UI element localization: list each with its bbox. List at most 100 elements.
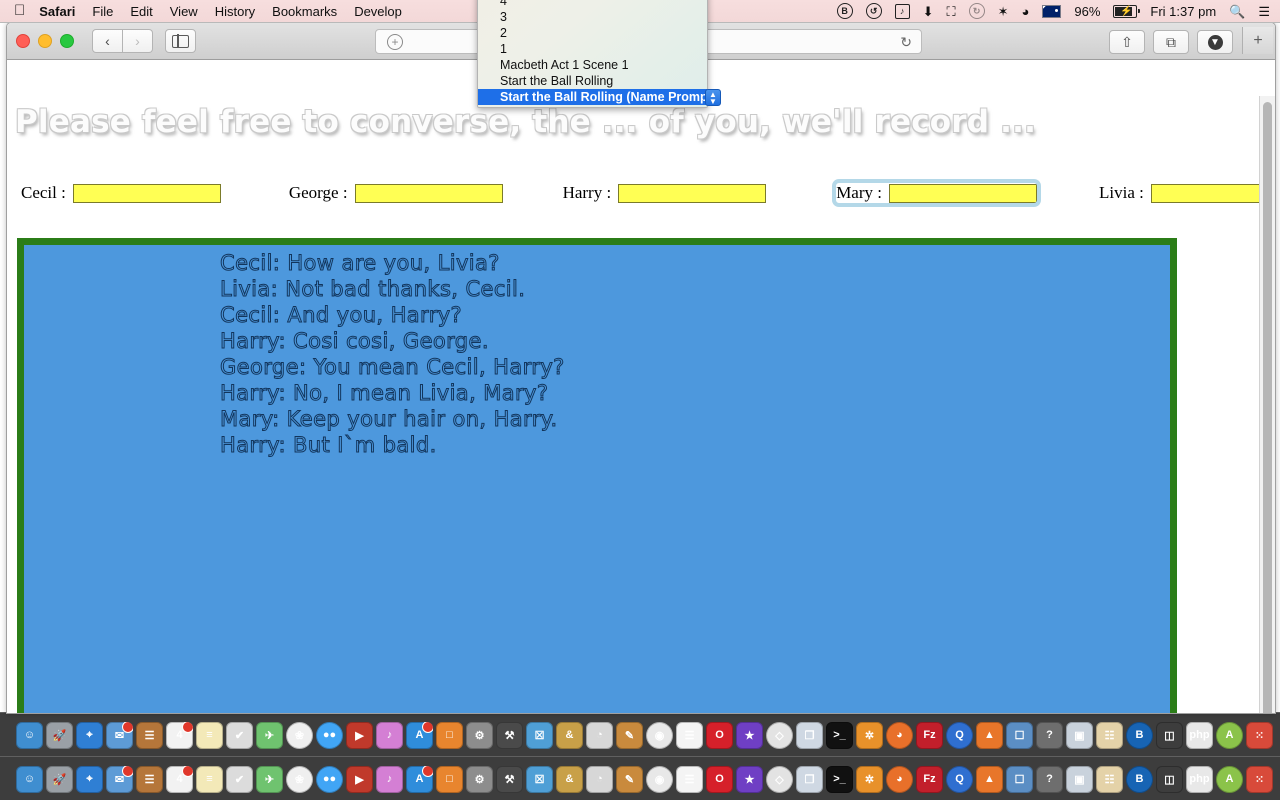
popup-menu-item[interactable]: 2: [478, 25, 707, 41]
dock-icon-virtualbox[interactable]: ◫: [1156, 765, 1183, 793]
dock-icon-quicktime[interactable]: Q: [946, 765, 973, 793]
dock-icon-terminal[interactable]: >_: [826, 765, 853, 793]
reload-icon[interactable]: ↻: [900, 35, 912, 49]
dock-icon-reminders[interactable]: ✔: [226, 765, 253, 793]
wifi-icon[interactable]: ◕: [1022, 5, 1030, 18]
popup-menu-item[interactable]: Macbeth Act 1 Scene 1: [478, 57, 707, 73]
dock-icon-messages[interactable]: ●●: [316, 721, 343, 749]
menu-item-edit[interactable]: Edit: [130, 4, 152, 19]
dock-icon-trash-blue[interactable]: ☒: [526, 765, 553, 793]
dock-icon-package[interactable]: ▣: [1066, 765, 1093, 793]
dock-icon-vlc[interactable]: ▲: [976, 721, 1003, 749]
dock-icon-messages[interactable]: ●●: [316, 765, 343, 793]
spotlight-search-icon[interactable]: 🔍: [1229, 5, 1245, 18]
zoom-window-button[interactable]: [60, 34, 74, 48]
dock-icon-android-studio[interactable]: A: [1216, 721, 1243, 749]
dock-icon-xcode[interactable]: ⚒: [496, 721, 523, 749]
dock-icon-app-store[interactable]: A: [406, 721, 433, 749]
select-popup-menu[interactable]: 4 3 2 1 Macbeth Act 1 Scene 1 Start the Ball …: [477, 0, 708, 108]
dock-icon-trash-blue[interactable]: ☒: [526, 721, 553, 749]
dock-icon-screenshot[interactable]: ☐: [1006, 721, 1033, 749]
dock-icon-contacts[interactable]: ☰: [136, 721, 163, 749]
dock-icon-calendar[interactable]: 4: [166, 765, 193, 793]
dock-icon-app-store[interactable]: A: [406, 765, 433, 793]
dock-icon-dictionary[interactable]: ☷: [1096, 765, 1123, 793]
menu-item-bookmarks[interactable]: Bookmarks: [272, 4, 337, 19]
dock-icon-gimp[interactable]: &: [556, 721, 583, 749]
forward-button[interactable]: ›: [123, 29, 153, 53]
menu-item-file[interactable]: File: [92, 4, 113, 19]
dock-icon-gimp[interactable]: &: [556, 765, 583, 793]
dock-icon-imovie[interactable]: ★: [736, 721, 763, 749]
dock-icon-preview[interactable]: ❐: [796, 721, 823, 749]
popup-menu-item[interactable]: Start the Ball Rolling (Name Prompting): [478, 89, 707, 105]
dock-icon-paint[interactable]: ✎: [616, 721, 643, 749]
menu-item-develop[interactable]: Develop: [354, 4, 402, 19]
dock-icon-notes[interactable]: ≡: [196, 765, 223, 793]
dock-icon-imovie[interactable]: ★: [736, 765, 763, 793]
airplay-display-icon[interactable]: ⛶: [947, 5, 956, 18]
dock-icon-launchpad[interactable]: 🚀: [46, 721, 73, 749]
sidebar-toggle-button[interactable]: [165, 29, 196, 53]
dock-icon-unknown-app[interactable]: ?: [1036, 721, 1063, 749]
time-machine-icon[interactable]: ↻: [968, 3, 985, 19]
battery-icon[interactable]: ⚡: [1113, 4, 1140, 18]
dock-icon-sketch[interactable]: ◇: [766, 721, 793, 749]
downloads-button[interactable]: ▼: [1197, 30, 1233, 54]
dock-icon-photos[interactable]: ❀: [286, 721, 313, 749]
dock-icon-avast[interactable]: ✲: [856, 721, 883, 749]
share-button[interactable]: ⇧: [1109, 30, 1145, 54]
dock-icon-colorful-spheres[interactable]: ⁙: [1246, 765, 1273, 793]
dock-icon-contacts[interactable]: ☰: [136, 765, 163, 793]
dock-icon-virtualbox[interactable]: ◫: [1156, 721, 1183, 749]
dock-icon-text-editor[interactable]: ☰: [676, 765, 703, 793]
dock-icon-unknown-app[interactable]: ?: [1036, 765, 1063, 793]
menu-item-view[interactable]: View: [170, 4, 198, 19]
dock-icon-opera[interactable]: O: [706, 721, 733, 749]
flag-australia-icon[interactable]: [1042, 4, 1062, 18]
add-bookmark-icon[interactable]: +: [387, 33, 403, 50]
popup-menu-item[interactable]: 1: [478, 41, 707, 57]
dock-icon-chrome[interactable]: ◉: [646, 765, 673, 793]
popup-menu-item[interactable]: 3: [478, 9, 707, 25]
show-tabs-button[interactable]: ⧉: [1153, 30, 1189, 54]
dock-icon-opera[interactable]: O: [706, 765, 733, 793]
dock-icon-terminal[interactable]: >_: [826, 721, 853, 749]
notification-center-icon[interactable]: ☰: [1258, 5, 1270, 18]
dock-icon-screenshot[interactable]: ☐: [1006, 765, 1033, 793]
popup-menu-item[interactable]: Start the Ball Rolling: [478, 73, 707, 89]
dock-icon-php-storm[interactable]: php: [1186, 721, 1213, 749]
participant-input-harry[interactable]: [618, 183, 767, 203]
dock-icon-mail[interactable]: ✉: [106, 721, 133, 749]
dock-icon-avast[interactable]: ✲: [856, 765, 883, 793]
clock-label[interactable]: Fri 1:37 pm: [1150, 5, 1216, 18]
participant-input-livia[interactable]: [1150, 183, 1275, 203]
dock-icon-launchpad[interactable]: 🚀: [46, 765, 73, 793]
airplay-audio-icon[interactable]: ♪: [894, 3, 910, 19]
back-button[interactable]: ‹: [92, 29, 123, 53]
download-icon[interactable]: ⬇: [923, 5, 934, 18]
dock-icon-maps[interactable]: ✈: [256, 721, 283, 749]
dock-icon-android-studio[interactable]: A: [1216, 765, 1243, 793]
new-tab-button[interactable]: +: [1242, 27, 1273, 54]
dock-icon-sketch[interactable]: ◇: [766, 765, 793, 793]
apple-logo-icon[interactable]: : [14, 3, 25, 18]
dock-icon-text-editor[interactable]: ☰: [676, 721, 703, 749]
dock-icon-preview[interactable]: ❐: [796, 765, 823, 793]
dock-icon-system-preferences[interactable]: ⚙: [466, 765, 493, 793]
dock-icon-inkscape[interactable]: ◔: [586, 721, 613, 749]
page-vertical-scrollbar[interactable]: [1259, 96, 1275, 713]
dock-icon-colorful-spheres[interactable]: ⁙: [1246, 721, 1273, 749]
dock-icon-firefox[interactable]: ◕: [886, 721, 913, 749]
dock-icon-ibooks[interactable]: □: [436, 721, 463, 749]
dock-icon-notes[interactable]: ≡: [196, 721, 223, 749]
dock-icon-safari[interactable]: ⌖: [76, 721, 103, 749]
bitcoin-icon[interactable]: B: [836, 3, 853, 19]
menu-item-history[interactable]: History: [215, 4, 255, 19]
dock-icon-xcode[interactable]: ⚒: [496, 765, 523, 793]
dock-icon-maps[interactable]: ✈: [256, 765, 283, 793]
dock-icon-itunes[interactable]: ♪: [376, 765, 403, 793]
dock-icon-quicktime[interactable]: Q: [946, 721, 973, 749]
participant-input-george[interactable]: [354, 183, 503, 203]
dock-icon-finder[interactable]: ☺: [16, 765, 43, 793]
